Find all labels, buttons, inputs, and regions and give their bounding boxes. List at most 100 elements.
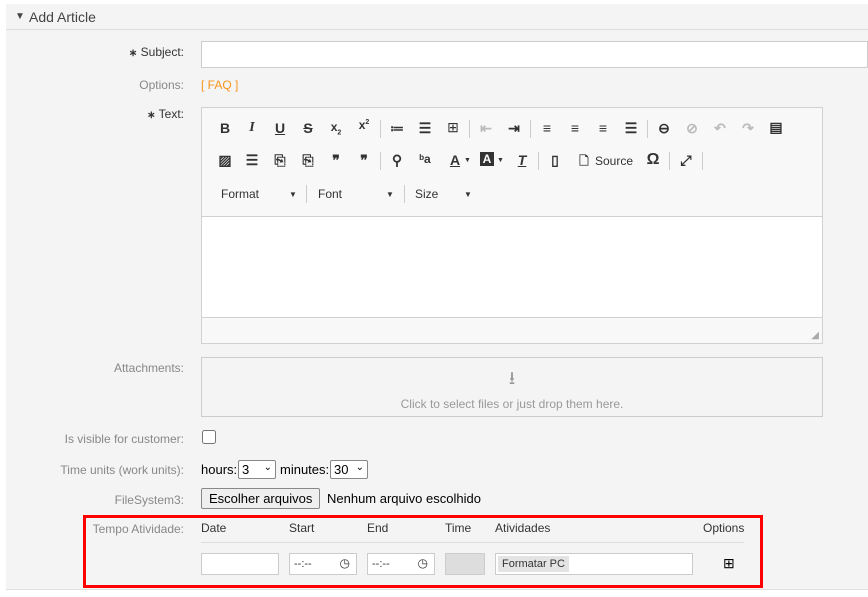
find-icon[interactable]: ⚲ <box>387 152 407 169</box>
subscript-icon[interactable]: x2 <box>326 120 346 136</box>
table-icon[interactable]: ⊞ <box>443 119 463 136</box>
toolbar-separator <box>669 152 670 170</box>
toolbar-separator <box>306 185 307 203</box>
chevron-down-icon: ⌄ <box>355 462 364 473</box>
remove-format-icon[interactable]: T <box>512 152 532 168</box>
minutes-label: minutes: <box>280 462 330 477</box>
show-blocks-icon[interactable]: ▯ <box>545 152 565 169</box>
size-dropdown[interactable]: Size ▼ <box>415 187 475 201</box>
dropzone-hint: Click to select files or just drop them … <box>400 397 624 411</box>
chevron-down-icon: ▼ <box>386 190 394 199</box>
horizontal-line-icon[interactable]: ☰ <box>242 152 262 169</box>
format-label: Format <box>221 187 260 201</box>
background-color-dropdown-icon[interactable]: ▼ <box>497 157 504 164</box>
superscript-icon[interactable]: x2 <box>354 118 374 132</box>
paste-plain-icon[interactable]: ⎘ <box>270 152 290 169</box>
atividades-input[interactable]: Formatar PC <box>495 553 693 575</box>
link-icon[interactable]: ⊖ <box>654 120 674 137</box>
collapse-triangle-icon[interactable]: ▼ <box>15 11 25 22</box>
font-label: Font <box>318 187 343 201</box>
bold-icon[interactable]: B <box>215 120 235 136</box>
redo-icon[interactable]: ↷ <box>738 120 758 137</box>
clock-icon[interactable]: ◷ <box>340 556 350 570</box>
toolbar-separator <box>538 152 539 170</box>
text-label-text: Text: <box>158 107 184 121</box>
font-dropdown[interactable]: Font ▼ <box>318 187 398 201</box>
background-color-icon[interactable]: A <box>480 152 494 166</box>
numbered-list-icon[interactable]: ≔ <box>387 120 407 137</box>
justify-icon[interactable]: ☰ <box>621 120 641 137</box>
table-divider <box>201 542 744 543</box>
bullet-list-icon[interactable]: ☰ <box>415 120 435 137</box>
align-right-icon[interactable]: ≡ <box>593 120 613 136</box>
header-options: Options <box>703 521 745 535</box>
text-color-dropdown-icon[interactable]: ▼ <box>464 157 471 164</box>
hours-label: hours: <box>201 462 238 477</box>
toolbar-separator <box>647 120 648 138</box>
source-icon[interactable]: 🗋 <box>574 152 594 173</box>
subject-input[interactable] <box>201 41 868 68</box>
upload-icon: ⭳ <box>508 368 516 388</box>
replace-icon[interactable]: ᵇa <box>415 152 435 166</box>
header-time: Time <box>445 521 472 535</box>
editor-content-area[interactable] <box>202 216 822 318</box>
format-dropdown[interactable]: Format ▼ <box>221 187 301 201</box>
end-time-value: --:-- <box>372 558 390 570</box>
minutes-value: 30 <box>334 462 349 477</box>
start-time-value: --:-- <box>294 558 312 570</box>
maximize-icon[interactable]: ⤢ <box>676 152 696 169</box>
minutes-select[interactable]: 30 ⌄ <box>330 460 368 479</box>
image-icon[interactable]: ▨ <box>215 152 235 169</box>
tempo-atividade-label: Tempo Atividade: <box>92 522 184 536</box>
header-start: Start <box>289 521 315 535</box>
toolbar-separator <box>380 120 381 138</box>
time-units-label: Time units (work units): <box>60 463 184 477</box>
strikethrough-icon[interactable]: S <box>298 120 318 136</box>
special-char-icon[interactable]: Ω <box>643 151 663 169</box>
underline-icon[interactable]: U <box>270 120 290 136</box>
resize-handle-icon[interactable]: ◢ <box>811 330 819 341</box>
source-button[interactable]: Source <box>595 154 633 168</box>
increase-indent-icon[interactable]: ⇥ <box>504 120 524 137</box>
paste-text-icon[interactable]: ▤ <box>766 119 786 136</box>
chevron-down-icon: ⌄ <box>263 462 272 473</box>
paste-word-icon[interactable]: ⎘ <box>298 152 318 169</box>
undo-icon[interactable]: ↶ <box>710 120 730 137</box>
time-field <box>445 553 485 575</box>
atividade-tag[interactable]: Formatar PC <box>498 556 569 572</box>
attachment-dropzone[interactable]: ⭳ Click to select files or just drop the… <box>201 357 823 417</box>
blockquote-icon[interactable]: ❞ <box>326 152 346 169</box>
remove-blockquote-icon[interactable]: ❞ <box>354 152 374 169</box>
start-time-input[interactable]: --:-- ◷ <box>289 553 357 575</box>
align-left-icon[interactable]: ≡ <box>537 120 557 136</box>
text-color-icon[interactable]: A <box>445 152 465 168</box>
header-atividades: Atividades <box>495 521 551 535</box>
date-input[interactable] <box>201 553 279 575</box>
chevron-down-icon: ▼ <box>464 190 472 199</box>
toolbar-separator <box>404 185 405 203</box>
add-row-icon[interactable]: ⊞ <box>723 555 735 572</box>
attachments-label: Attachments: <box>113 361 184 375</box>
hours-value: 3 <box>242 462 250 477</box>
toolbar-separator <box>380 152 381 170</box>
toolbar-separator <box>469 120 470 138</box>
section-title: Add Article <box>29 9 96 25</box>
subject-label: ∗ Subject: <box>128 45 184 59</box>
section-header[interactable]: ▼ Add Article <box>6 4 868 30</box>
clock-icon[interactable]: ◷ <box>418 556 428 570</box>
unlink-icon[interactable]: ⊘ <box>682 120 702 137</box>
visible-checkbox[interactable] <box>202 430 216 444</box>
header-date: Date <box>201 521 227 535</box>
faq-link[interactable]: [ FAQ ] <box>201 78 238 92</box>
rich-text-editor: B I U S x2 x2 ≔ ☰ ⊞ ⇤ ⇥ ≡ ≡ ≡ ☰ ⊖ ⊘ ↶ ↷ … <box>201 107 823 344</box>
end-time-input[interactable]: --:-- ◷ <box>367 553 435 575</box>
align-center-icon[interactable]: ≡ <box>565 120 585 136</box>
text-label: ∗ Text: <box>147 107 184 121</box>
subject-label-text: Subject: <box>140 45 184 59</box>
italic-icon[interactable]: I <box>242 120 262 136</box>
decrease-indent-icon[interactable]: ⇤ <box>476 120 496 137</box>
header-end: End <box>367 521 389 535</box>
hours-select[interactable]: 3 ⌄ <box>238 460 276 479</box>
toolbar-separator <box>530 120 531 138</box>
choose-files-button[interactable]: Escolher arquivos <box>201 488 321 509</box>
